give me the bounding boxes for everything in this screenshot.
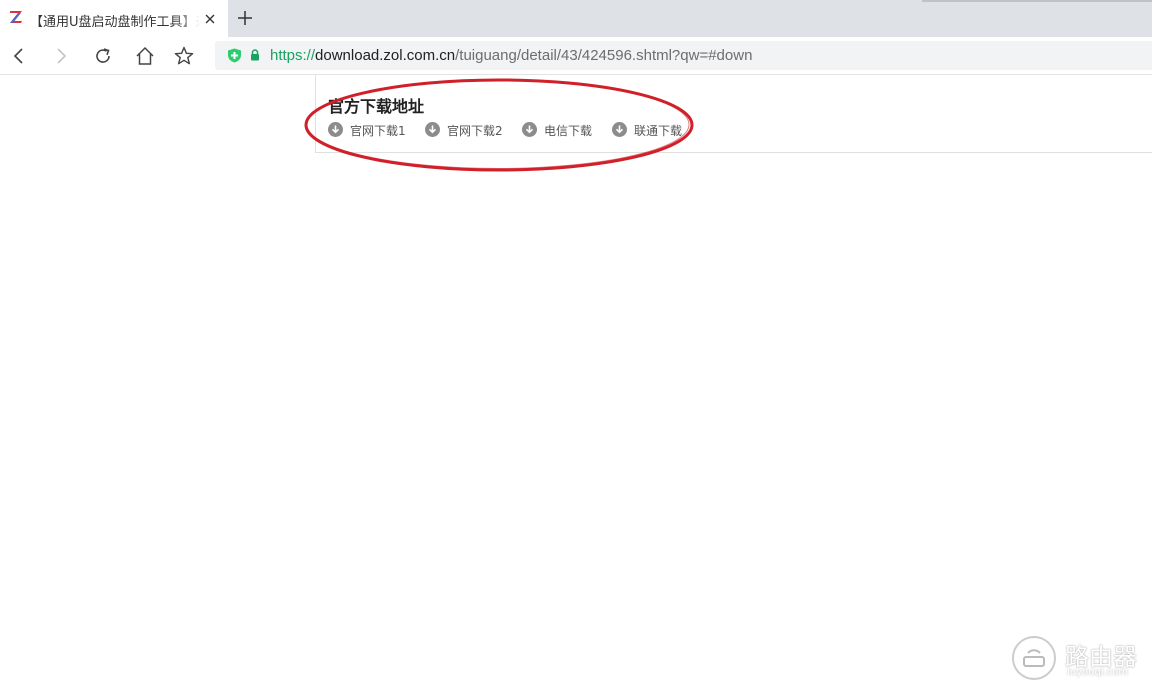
download-link-label: 电信下载 xyxy=(544,124,593,138)
browser-toolbar: https://download.zol.com.cn/tuiguang/det… xyxy=(0,37,1152,75)
tab-title: 【通用U盘启动盘制作工具】通用 xyxy=(30,15,200,27)
tabstrip-shadow xyxy=(922,0,1152,2)
watermark-subtext: luyouqi.com xyxy=(1067,667,1129,678)
download-arrow-icon xyxy=(612,122,627,137)
url-path: /tuiguang/detail/43/424596.shtml?qw=#dow… xyxy=(455,47,753,64)
shield-plus-icon[interactable] xyxy=(227,48,242,63)
watermark: 路由器 luyouqi.com xyxy=(1008,633,1148,689)
star-icon[interactable] xyxy=(173,45,195,67)
router-logo-icon xyxy=(1012,636,1056,680)
active-tab[interactable]: 【通用U盘启动盘制作工具】通用 xyxy=(0,0,228,37)
download-arrow-icon xyxy=(425,122,440,137)
download-link-label: 联通下载 xyxy=(634,124,683,138)
back-arrow-icon[interactable] xyxy=(8,45,30,67)
download-link-label: 官网下载1 xyxy=(350,124,406,138)
download-arrow-icon xyxy=(522,122,537,137)
url-host: download.zol.com.cn xyxy=(315,47,456,64)
url-text[interactable]: https://download.zol.com.cn/tuiguang/det… xyxy=(270,47,752,64)
lock-icon[interactable] xyxy=(250,49,260,61)
forward-arrow-icon[interactable] xyxy=(50,45,72,67)
url-scheme: https:// xyxy=(270,47,316,64)
page-content: 官方下载地址 官网下载1 官网下载2 电信下载 联通下载 xyxy=(0,75,1152,700)
close-icon[interactable] xyxy=(202,11,218,27)
tab-strip: 【通用U盘启动盘制作工具】通用 xyxy=(0,0,1152,37)
zol-z-logo-icon xyxy=(10,11,22,23)
reload-icon[interactable] xyxy=(92,45,114,67)
home-icon[interactable] xyxy=(134,45,156,67)
download-link-label: 官网下载2 xyxy=(447,124,503,138)
address-bar[interactable]: https://download.zol.com.cn/tuiguang/det… xyxy=(215,41,1152,70)
plus-icon[interactable] xyxy=(236,9,254,27)
download-panel: 官方下载地址 官网下载1 官网下载2 电信下载 联通下载 xyxy=(315,75,1152,153)
section-title: 官方下载地址 xyxy=(328,97,425,116)
download-arrow-icon xyxy=(328,122,343,137)
